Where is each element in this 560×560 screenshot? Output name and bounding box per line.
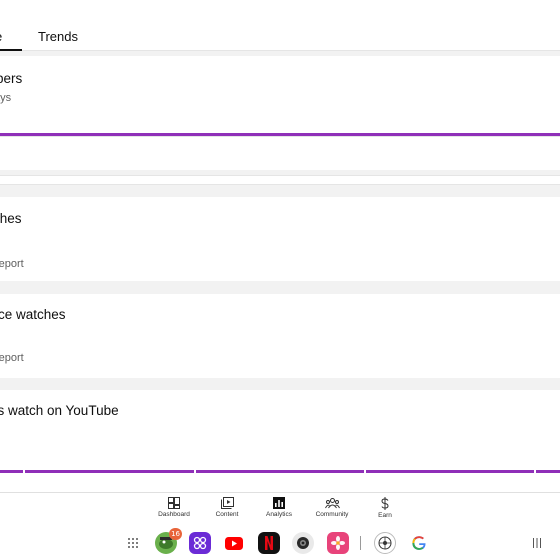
audience-watches-card[interactable]: ence watches report [0,294,560,378]
recents-icon[interactable] [526,532,548,554]
audience-watches-report-link[interactable]: report [0,352,24,364]
nav-analytics[interactable]: Analytics [249,497,309,518]
browser-app-icon[interactable] [374,532,396,554]
tab-selected-indicator [0,49,22,51]
chart-bar-segment [25,470,194,473]
nav-analytics-label: Analytics [265,511,292,518]
watch-on-youtube-card-title: rs watch on YouTube [0,403,119,418]
analytics-screen: ence Trends ibers ays ches report ence w… [0,0,560,560]
netflix-app-icon[interactable] [258,532,280,554]
watch-on-youtube-card[interactable]: rs watch on YouTube [0,390,560,492]
chart-bar-segment [366,470,534,473]
watches-card-title: ches [0,211,22,226]
earn-icon [381,497,389,510]
youtube-app-icon[interactable] [223,532,245,554]
game-app-icon[interactable]: 16 [155,528,182,554]
chart-bar-segment [196,470,364,473]
bottom-nav: Dashboard Content Analytics Community Ea… [0,492,560,524]
watches-report-link[interactable]: report [0,258,24,270]
nav-earn[interactable]: Earn [355,497,415,519]
nav-content-label: Content [215,511,239,518]
dashboard-icon [168,497,180,509]
analytics-icon [273,497,285,509]
nav-content[interactable]: Content [197,497,257,518]
bubble-app-icon[interactable] [189,532,211,554]
chart-bar-segment [0,470,23,473]
nav-dashboard-label: Dashboard [158,511,190,518]
audience-watches-card-title: ence watches [0,307,66,322]
app-grid-icon[interactable] [122,532,144,554]
chart-bar-segment [536,470,560,473]
notification-badge: 16 [169,528,182,540]
nav-community[interactable]: Community [302,497,362,518]
watches-card[interactable]: ches report [0,197,560,281]
system-dock: 16 [0,524,560,560]
community-icon [324,498,340,509]
nav-earn-label: Earn [378,512,392,519]
card-strip [0,175,560,185]
gallery-app-icon[interactable] [327,532,349,554]
dock-separator [360,536,361,550]
subscribers-card[interactable]: ibers ays [0,56,560,170]
content-icon [220,497,234,509]
tab-audience[interactable]: ence [0,29,2,44]
divider [0,136,560,137]
tab-bar: ence Trends [0,0,560,51]
google-app-icon[interactable] [408,532,430,554]
subscribers-card-title: ibers [0,71,23,86]
tab-trends[interactable]: Trends [38,29,78,44]
subscribers-card-subtitle: ays [0,92,12,104]
nav-community-label: Community [315,511,349,518]
nav-dashboard[interactable]: Dashboard [144,497,204,518]
camera-app-icon[interactable] [292,532,314,554]
